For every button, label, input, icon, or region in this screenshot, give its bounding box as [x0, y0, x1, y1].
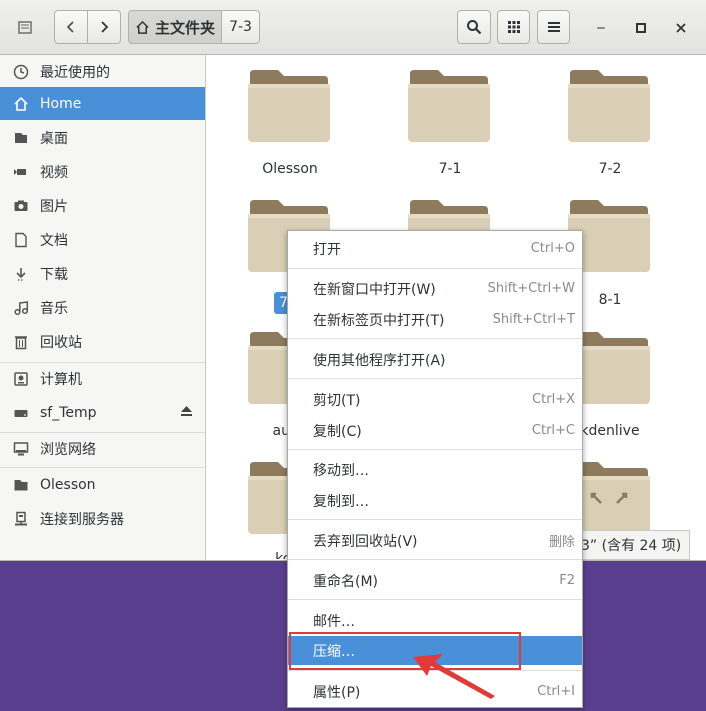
document-icon — [12, 231, 30, 249]
home-icon — [12, 95, 30, 113]
sidebar-item-videos[interactable]: 视频 — [0, 155, 205, 188]
sidebar-item-pictures[interactable]: 图片 — [0, 189, 205, 222]
trash-icon — [12, 333, 30, 351]
sidebar-item-label: 下载 — [40, 266, 68, 283]
search-button[interactable] — [457, 10, 491, 44]
folder-icon[interactable] — [248, 68, 330, 144]
file-label[interactable]: 7-1 — [390, 161, 510, 177]
chevron-right-icon — [101, 21, 109, 33]
folder-icon[interactable] — [408, 68, 490, 144]
forward-button[interactable] — [88, 10, 121, 44]
menu-item-email[interactable]: 邮件… — [288, 606, 582, 635]
sidebar-item-label: 计算机 — [40, 371, 82, 388]
folder-icon — [12, 476, 30, 494]
camera-icon — [12, 197, 30, 215]
sidebar-item-network[interactable]: 浏览网络 — [0, 432, 205, 465]
sidebar-item-label: 最近使用的 — [40, 64, 110, 81]
menu-item-copy-to[interactable]: 复制到… — [288, 486, 582, 515]
sidebar-item-trash[interactable]: 回收站 — [0, 325, 205, 358]
sidebar-item-label: sf_Temp — [40, 404, 97, 421]
sidebar-item-sf-temp[interactable]: sf_Temp — [0, 396, 205, 429]
hamburger-icon — [547, 22, 560, 32]
menu-separator — [288, 338, 582, 339]
home-icon — [136, 20, 149, 34]
selected-file-label[interactable]: 7 — [274, 292, 288, 314]
view-grid-button[interactable] — [497, 10, 530, 44]
recent-icon — [12, 63, 30, 81]
folder-icon[interactable] — [568, 68, 650, 144]
menu-item-open-new-window[interactable]: 在新窗口中打开(W) Shift+Ctrl+W — [288, 274, 582, 303]
sidebar-item-music[interactable]: 音乐 — [0, 291, 205, 324]
drive-icon — [12, 404, 30, 422]
header-bar: 主文件夹 7-3 ‒ — [0, 0, 706, 55]
minimize-icon: ‒ — [596, 20, 606, 36]
menu-item-move-to[interactable]: 移动到… — [288, 455, 582, 484]
menu-item-open[interactable]: 打开 Ctrl+O — [288, 234, 582, 263]
minimize-button[interactable]: ‒ — [590, 17, 612, 39]
sidebar-item-label: 桌面 — [40, 130, 68, 147]
eject-icon[interactable] — [180, 405, 193, 421]
computer-icon — [12, 370, 30, 388]
sidebar-item-label: 回收站 — [40, 334, 82, 351]
back-button[interactable] — [54, 10, 88, 44]
sidebar-item-label: Home — [40, 95, 82, 112]
sidebar-item-connect-server[interactable]: 连接到服务器 — [0, 502, 205, 535]
search-icon — [467, 20, 482, 35]
sidebar-item-desktop[interactable]: 桌面 — [0, 121, 205, 154]
app-menu-icon[interactable] — [8, 10, 42, 44]
sidebar-item-home[interactable]: Home — [0, 87, 205, 120]
menu-item-copy[interactable]: 复制(C) Ctrl+C — [288, 416, 582, 445]
sidebar-item-label: 浏览网络 — [40, 441, 96, 458]
status-bar: 3” (含有 24 项) — [572, 530, 691, 560]
status-text: 3” (含有 24 项) — [581, 538, 682, 554]
sidebar-item-downloads[interactable]: 下载 — [0, 257, 205, 290]
menu-separator — [288, 268, 582, 269]
breadcrumb-home-label: 主文件夹 — [154, 18, 215, 37]
menu-separator — [288, 519, 582, 520]
menu-button[interactable] — [537, 10, 570, 44]
sidebar-item-label: 视频 — [40, 164, 68, 181]
arrow-annotation-icon — [413, 654, 495, 699]
download-icon — [12, 265, 30, 283]
chevron-left-icon — [66, 21, 74, 33]
menu-separator — [288, 559, 582, 560]
close-button[interactable] — [670, 17, 692, 39]
breadcrumb-current[interactable]: 7-3 — [222, 10, 260, 44]
nav-buttons — [54, 10, 121, 44]
menu-item-open-new-tab[interactable]: 在新标签页中打开(T) Shift+Ctrl+T — [288, 305, 582, 334]
music-icon — [12, 299, 30, 317]
menu-separator — [288, 599, 582, 600]
sidebar-item-computer[interactable]: 计算机 — [0, 362, 205, 395]
server-icon — [12, 510, 30, 528]
sidebar-item-label: 图片 — [40, 198, 68, 215]
menu-item-cut[interactable]: 剪切(T) Ctrl+X — [288, 385, 582, 414]
menu-separator — [288, 378, 582, 379]
menu-separator — [288, 449, 582, 450]
sidebar: 最近使用的 Home 桌面 视频 图片 文档 下载 音乐 回收站 计算机 sf_… — [0, 55, 206, 560]
close-icon — [676, 23, 686, 33]
video-icon — [12, 163, 30, 181]
grid-icon — [507, 21, 520, 33]
file-label[interactable]: Olesson — [230, 161, 350, 177]
sidebar-item-olesson[interactable]: Olesson — [0, 468, 205, 501]
sidebar-item-label: 音乐 — [40, 300, 68, 317]
sidebar-item-documents[interactable]: 文档 — [0, 223, 205, 256]
network-icon — [12, 440, 30, 458]
menu-item-open-with[interactable]: 使用其他程序打开(A) — [288, 345, 582, 374]
menu-item-move-to-trash[interactable]: 丢弃到回收站(V) 删除 — [288, 526, 582, 555]
sidebar-item-label: Olesson — [40, 476, 96, 493]
breadcrumb: 主文件夹 7-3 — [128, 10, 260, 44]
file-label[interactable]: 7-2 — [550, 161, 670, 177]
sidebar-item-recent[interactable]: 最近使用的 — [0, 55, 205, 88]
breadcrumb-home[interactable]: 主文件夹 — [128, 10, 222, 44]
sidebar-item-label: 连接到服务器 — [40, 511, 124, 528]
sidebar-item-label: 文档 — [40, 232, 68, 249]
menu-item-rename[interactable]: 重命名(M) F2 — [288, 566, 582, 595]
maximize-button[interactable] — [630, 17, 652, 39]
maximize-icon — [636, 23, 646, 33]
desktop-icon — [12, 129, 30, 147]
breadcrumb-current-label: 7-3 — [229, 19, 252, 35]
